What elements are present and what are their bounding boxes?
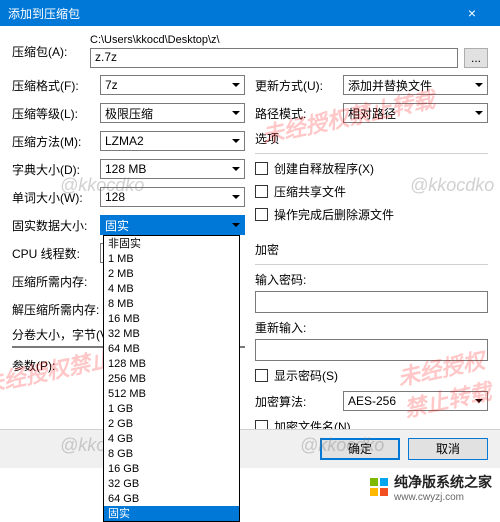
update-select[interactable]: 添加并替换文件 — [343, 75, 488, 95]
dropdown-option[interactable]: 32 GB — [104, 476, 239, 491]
solid-label: 固实数据大小: — [12, 217, 100, 234]
dropdown-option[interactable]: 8 GB — [104, 446, 239, 461]
algo-select[interactable]: AES-256 — [343, 391, 488, 411]
pathmode-select[interactable]: 相对路径 — [343, 103, 488, 123]
dropdown-option[interactable]: 64 MB — [104, 341, 239, 356]
update-label: 更新方式(U): — [255, 77, 343, 94]
word-select[interactable]: 128 — [100, 187, 245, 207]
format-select[interactable]: 7z — [100, 75, 245, 95]
titlebar: 添加到压缩包 × — [0, 0, 500, 26]
ok-button[interactable]: 确定 — [320, 438, 400, 460]
share-checkbox[interactable] — [255, 185, 268, 198]
sfx-label: 创建自释放程序(X) — [274, 160, 374, 177]
footer-url: www.cwyzj.com — [394, 492, 492, 503]
close-icon[interactable]: × — [452, 5, 492, 21]
options-title: 选项 — [255, 130, 488, 147]
browse-button[interactable]: ... — [464, 48, 488, 68]
dropdown-option[interactable]: 固实 — [104, 506, 239, 521]
archive-name-input[interactable]: z.7z — [90, 48, 458, 68]
archive-path-text: C:\Users\kkocd\Desktop\z\ — [90, 34, 488, 46]
cancel-button[interactable]: 取消 — [408, 438, 488, 460]
dropdown-option[interactable]: 非固实 — [104, 236, 239, 251]
format-label: 压缩格式(F): — [12, 77, 100, 94]
cpu-label: CPU 线程数: — [12, 245, 100, 262]
level-label: 压缩等级(L): — [12, 105, 100, 122]
solid-dropdown-list[interactable]: 非固实1 MB2 MB4 MB8 MB16 MB32 MB64 MB128 MB… — [103, 235, 240, 522]
footer-watermark: 纯净版系统之家 www.cwyzj.com — [0, 472, 500, 502]
dropdown-option[interactable]: 2 MB — [104, 266, 239, 281]
archive-label: 压缩包(A): — [12, 43, 90, 60]
dropdown-option[interactable]: 4 MB — [104, 281, 239, 296]
delete-label: 操作完成后删除源文件 — [274, 206, 394, 223]
dropdown-option[interactable]: 64 GB — [104, 491, 239, 506]
pwd-label: 输入密码: — [255, 271, 488, 288]
delete-checkbox[interactable] — [255, 208, 268, 221]
dropdown-option[interactable]: 8 MB — [104, 296, 239, 311]
dict-label: 字典大小(D): — [12, 161, 100, 178]
dialog-content: 压缩包(A): C:\Users\kkocd\Desktop\z\ z.7z .… — [0, 26, 500, 445]
dropdown-option[interactable]: 2 GB — [104, 416, 239, 431]
split-label: 分卷大小，字节(V): — [12, 326, 115, 343]
show-password-checkbox[interactable] — [255, 369, 268, 382]
solid-select[interactable]: 固实 — [100, 215, 245, 235]
dropdown-option[interactable]: 256 MB — [104, 371, 239, 386]
params-label: 参数(P): — [12, 357, 100, 374]
dropdown-option[interactable]: 1 MB — [104, 251, 239, 266]
password-input[interactable] — [255, 291, 488, 313]
dropdown-option[interactable]: 128 MB — [104, 356, 239, 371]
show-password-label: 显示密码(S) — [274, 367, 338, 384]
dict-select[interactable]: 128 MB — [100, 159, 245, 179]
method-select[interactable]: LZMA2 — [100, 131, 245, 151]
dropdown-option[interactable]: 512 MB — [104, 386, 239, 401]
footer-logo-icon — [370, 478, 388, 496]
sfx-checkbox[interactable] — [255, 162, 268, 175]
dropdown-option[interactable]: 1 GB — [104, 401, 239, 416]
dropdown-option[interactable]: 16 GB — [104, 461, 239, 476]
level-select[interactable]: 极限压缩 — [100, 103, 245, 123]
password-confirm-input[interactable] — [255, 339, 488, 361]
dropdown-option[interactable]: 16 MB — [104, 311, 239, 326]
method-label: 压缩方法(M): — [12, 133, 100, 150]
dropdown-option[interactable]: 32 MB — [104, 326, 239, 341]
window-title: 添加到压缩包 — [8, 5, 80, 22]
share-label: 压缩共享文件 — [274, 183, 346, 200]
word-label: 单词大小(W): — [12, 189, 100, 206]
algo-label: 加密算法: — [255, 393, 343, 410]
encrypt-title: 加密 — [255, 241, 488, 258]
right-column: 更新方式(U):添加并替换文件 路径模式:相对路径 选项 创建自释放程序(X) … — [255, 74, 488, 441]
dropdown-option[interactable]: 4 GB — [104, 431, 239, 446]
pwd2-label: 重新输入: — [255, 319, 488, 336]
footer-brand: 纯净版系统之家 — [394, 472, 492, 492]
button-bar: 确定 取消 — [0, 429, 500, 468]
pathmode-label: 路径模式: — [255, 105, 343, 122]
